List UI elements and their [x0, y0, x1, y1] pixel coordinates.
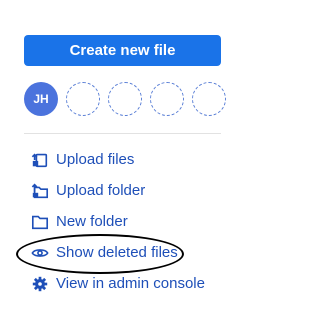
empty-member-slot[interactable] [192, 82, 226, 116]
menu-item-label: New folder [56, 213, 128, 230]
upload-folder-icon [30, 181, 50, 201]
upload-files-icon [30, 150, 50, 170]
member-avatars: JH [24, 82, 226, 116]
menu-item-upload-files[interactable]: Upload files [30, 144, 230, 175]
create-new-file-button[interactable]: Create new file [24, 35, 221, 66]
menu-item-upload-folder[interactable]: Upload folder [30, 175, 230, 206]
menu-item-label: Upload files [56, 151, 135, 168]
empty-member-slot[interactable] [108, 82, 142, 116]
avatar[interactable]: JH [24, 82, 58, 116]
menu-item-new-folder[interactable]: New folder [30, 206, 230, 237]
menu-item-label: View in admin console [56, 275, 205, 292]
actions-menu: Upload files Upload folder New folder Sh… [30, 144, 230, 299]
highlight-ellipse [16, 234, 184, 274]
empty-member-slot[interactable] [66, 82, 100, 116]
gear-icon [30, 274, 50, 294]
new-folder-icon [30, 212, 50, 232]
sidebar-panel: Create new file JH Upload files Upload f… [0, 0, 250, 328]
empty-member-slot[interactable] [150, 82, 184, 116]
divider [24, 133, 221, 134]
menu-item-label: Upload folder [56, 182, 146, 199]
